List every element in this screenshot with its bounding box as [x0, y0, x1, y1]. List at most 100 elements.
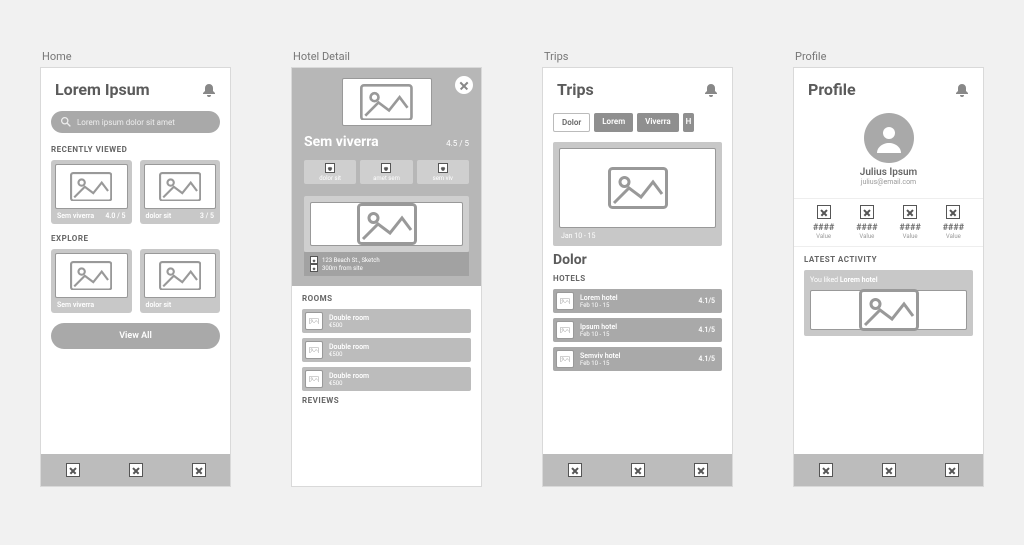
distance-row: 300m from site: [310, 264, 463, 272]
search-input[interactable]: Lorem ipsum dolor sit amet: [51, 111, 220, 133]
tag-label: dolor sit: [319, 175, 341, 182]
close-button[interactable]: [455, 76, 473, 94]
stat-icon: [860, 205, 874, 219]
trip-card[interactable]: Jan 10 - 15: [553, 142, 722, 246]
stat-icon: [903, 205, 917, 219]
bottom-nav: [794, 454, 983, 486]
room-price: €500: [329, 351, 369, 358]
stat-icon: [946, 205, 960, 219]
explore-card[interactable]: Sem viverra: [51, 249, 132, 313]
image-placeholder-icon: [556, 292, 574, 310]
screen-label-detail: Hotel Detail: [291, 50, 482, 63]
stat-item[interactable]: ####Value: [813, 205, 834, 240]
address-text: 123 Beach St., Sketch: [322, 257, 380, 264]
nav-icon[interactable]: [192, 463, 206, 477]
recently-viewed-label: RECENTLY VIEWED: [51, 145, 220, 154]
stat-value: ####: [813, 223, 834, 233]
search-placeholder: Lorem ipsum dolor sit amet: [77, 118, 175, 127]
image-placeholder-icon: [342, 78, 432, 126]
nav-icon[interactable]: [819, 463, 833, 477]
hotel-rating: 4.1/5: [698, 355, 719, 363]
location-icon: [310, 256, 318, 264]
hotel-rating: 4.1/5: [698, 297, 719, 305]
explore-label: EXPLORE: [51, 234, 220, 243]
hotel-rating: 4.5 / 5: [446, 139, 469, 148]
placeholder-icon: [325, 163, 335, 173]
tab-viverra[interactable]: Viverra: [637, 113, 678, 132]
stat-label: Value: [899, 233, 920, 240]
room-name: Double room: [329, 343, 369, 351]
notifications-icon[interactable]: [704, 83, 718, 97]
tab-overflow[interactable]: H: [683, 113, 695, 132]
card-name: Sem viverra: [57, 301, 94, 309]
hotel-name: Lorem hotel: [580, 294, 692, 302]
card-rating: 4.0 / 5: [105, 212, 125, 220]
room-item[interactable]: Double room€500: [302, 309, 471, 333]
activity-card[interactable]: You liked Lorem hotel: [804, 270, 973, 336]
latest-activity-label: LATEST ACTIVITY: [804, 255, 973, 264]
nav-icon[interactable]: [882, 463, 896, 477]
page-title: Lorem Ipsum: [55, 80, 150, 99]
tag-chip[interactable]: amet sem: [360, 160, 412, 184]
stat-item[interactable]: ####Value: [899, 205, 920, 240]
hotel-dates: Feb 10 - 15: [580, 331, 692, 338]
stat-label: Value: [813, 233, 834, 240]
hotel-name: Semviv hotel: [580, 352, 692, 360]
nav-icon[interactable]: [694, 463, 708, 477]
hotel-item[interactable]: Lorem hotelFeb 10 - 15 4.1/5: [553, 289, 722, 313]
tag-chip[interactable]: dolor sit: [304, 160, 356, 184]
page-title: Profile: [808, 80, 856, 99]
distance-icon: [310, 264, 318, 272]
reviews-label: REVIEWS: [302, 396, 471, 405]
placeholder-icon: [438, 163, 448, 173]
recently-card[interactable]: dolor sit3 / 5: [140, 160, 221, 224]
room-item[interactable]: Double room€500: [302, 367, 471, 391]
card-name: dolor sit: [146, 212, 172, 220]
nav-icon[interactable]: [129, 463, 143, 477]
image-placeholder-icon: [55, 253, 128, 298]
trip-name: Dolor: [543, 246, 732, 270]
trip-dates: Jan 10 - 15: [559, 228, 716, 240]
stat-item[interactable]: ####Value: [943, 205, 964, 240]
stat-item[interactable]: ####Value: [856, 205, 877, 240]
nav-icon[interactable]: [945, 463, 959, 477]
nav-icon[interactable]: [631, 463, 645, 477]
tab-lorem[interactable]: Lorem: [594, 113, 633, 132]
notifications-icon[interactable]: [955, 83, 969, 97]
hotel-name: Sem viverra: [304, 134, 379, 150]
explore-card[interactable]: dolor sit: [140, 249, 221, 313]
tag-chip[interactable]: sem viv: [417, 160, 469, 184]
hotel-dates: Feb 10 - 15: [580, 360, 692, 367]
avatar[interactable]: [864, 113, 914, 163]
room-item[interactable]: Double room€500: [302, 338, 471, 362]
activity-text: You liked Lorem hotel: [810, 276, 967, 284]
screen-profile: Profile Julius Ipsum julius@email.com ##…: [793, 67, 984, 487]
room-price: €500: [329, 322, 369, 329]
search-icon: [61, 117, 71, 127]
screen-label-trips: Trips: [542, 50, 733, 63]
screen-label-home: Home: [40, 50, 231, 63]
bottom-nav: [543, 454, 732, 486]
image-placeholder-icon: [55, 164, 128, 209]
screen-trips: Trips Dolor Lorem Viverra H Jan 10 - 15 …: [542, 67, 733, 487]
image-placeholder-icon: [810, 290, 967, 330]
hotel-dates: Feb 10 - 15: [580, 302, 692, 309]
user-name: Julius Ipsum: [794, 167, 983, 178]
hotel-item[interactable]: Semviv hotelFeb 10 - 15 4.1/5: [553, 347, 722, 371]
room-name: Double room: [329, 372, 369, 380]
notifications-icon[interactable]: [202, 83, 216, 97]
recently-card[interactable]: Sem viverra4.0 / 5: [51, 160, 132, 224]
hotel-name: Ipsum hotel: [580, 323, 692, 331]
tab-dolor[interactable]: Dolor: [553, 113, 590, 132]
card-name: dolor sit: [146, 301, 172, 309]
image-placeholder-icon: [305, 341, 323, 359]
image-placeholder-icon: [556, 321, 574, 339]
image-placeholder-icon: [144, 164, 217, 209]
rooms-label: ROOMS: [302, 294, 471, 303]
screen-label-profile: Profile: [793, 50, 984, 63]
nav-icon[interactable]: [568, 463, 582, 477]
hotel-item[interactable]: Ipsum hotelFeb 10 - 15 4.1/5: [553, 318, 722, 342]
user-email: julius@email.com: [794, 178, 983, 186]
nav-icon[interactable]: [66, 463, 80, 477]
view-all-button[interactable]: View All: [51, 323, 220, 349]
